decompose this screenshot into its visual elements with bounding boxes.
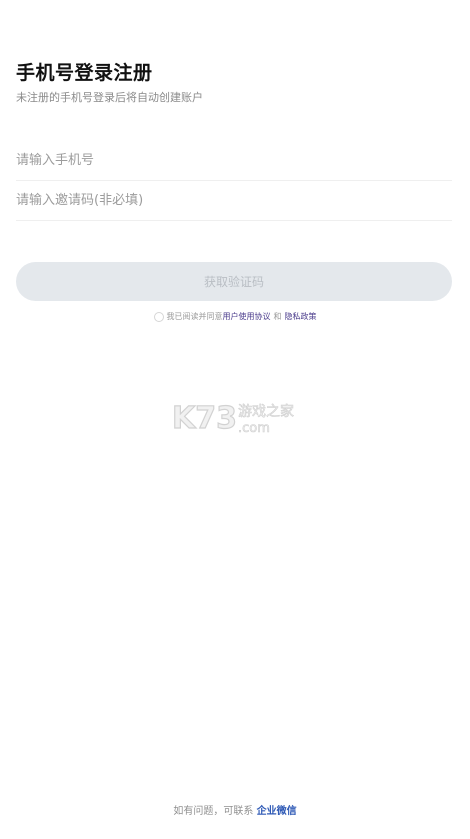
svg-text:游戏之家: 游戏之家 bbox=[238, 403, 294, 420]
page-title: 手机号登录注册 bbox=[16, 62, 153, 84]
page-subtitle: 未注册的手机号登录后将自动创建账户 bbox=[16, 91, 203, 104]
get-code-button[interactable]: 获取验证码 bbox=[16, 262, 452, 301]
wechat-contact-link[interactable]: 企业微信 bbox=[257, 806, 297, 817]
footer: 如有问题，可联系 企业微信 bbox=[0, 802, 470, 817]
invite-code-input[interactable] bbox=[16, 181, 452, 220]
agreement-checkbox[interactable] bbox=[153, 311, 164, 322]
agreement-and: 和 bbox=[273, 312, 282, 321]
svg-text:K73: K73 bbox=[172, 401, 237, 436]
phone-field-container bbox=[16, 141, 452, 181]
agreement-row: 我已阅读并同意 用户使用协议 和 隐私政策 bbox=[0, 311, 470, 322]
agreement-prefix: 我已阅读并同意 bbox=[166, 312, 223, 321]
footer-text: 如有问题，可联系 bbox=[173, 806, 254, 817]
k73-watermark-logo: K73 游戏之家 .com bbox=[172, 400, 294, 436]
invite-field-container bbox=[16, 181, 452, 221]
phone-input[interactable] bbox=[16, 141, 452, 180]
user-agreement-link[interactable]: 用户使用协议 bbox=[223, 311, 271, 322]
svg-text:.com: .com bbox=[238, 421, 270, 436]
privacy-policy-link[interactable]: 隐私政策 bbox=[285, 311, 317, 322]
